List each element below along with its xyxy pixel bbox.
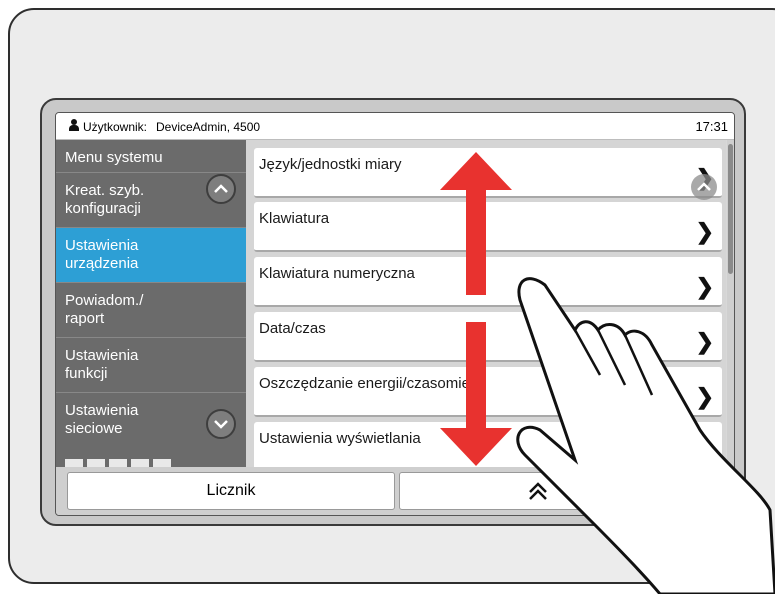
sidebar-item-label: Ustawienia urządzenia [65,237,139,272]
sidebar-item-label: Powiadom./ raport [65,292,144,327]
list-item-date-time[interactable]: Data/czas ❯ [254,312,722,362]
counter-label: Licznik [206,482,256,499]
list-item-energy-saver-timer[interactable]: Oszczędzanie energii/czasomierz ❯ [254,367,722,417]
scrollbar-thumb[interactable] [728,144,733,274]
list-item-label: Ustawienia wyświetlania [259,430,421,447]
scroll-up-button[interactable] [206,174,236,204]
user-name: DeviceAdmin, 4500 [156,120,261,134]
scrollbar[interactable] [727,140,734,467]
chevron-up-icon [214,184,228,193]
list-item-keyboard[interactable]: Klawiatura ❯ [254,202,722,252]
home-button[interactable] [399,472,727,510]
settings-list: Język/jednostki miary ❯ Klawiatura ❯ Kla… [246,140,726,467]
scroll-up-button[interactable] [689,172,719,202]
sidebar-item-label: Ustawienia funkcji [65,347,139,382]
sidebar-item-label: Ustawienia sieciowe [65,402,139,437]
list-item-numeric-keypad[interactable]: Klawiatura numeryczna ❯ [254,257,722,307]
chevron-down-icon [214,420,228,429]
clock: 17:31 [695,119,728,134]
chevron-right-icon: ❯ [695,329,714,354]
list-item-label: Klawiatura numeryczna [259,265,415,282]
scroll-down-button[interactable] [206,409,236,439]
sidebar-item-partial [65,459,175,467]
list-item-language-units[interactable]: Język/jednostki miary ❯ [254,148,722,198]
user-icon [69,119,79,131]
sidebar-item-label: Kreat. szyb. konfiguracji [65,182,145,217]
sidebar: Menu systemu Kreat. szyb. konfiguracji U… [56,140,246,467]
list-item-label: Data/czas [259,320,326,337]
list-item-label: Klawiatura [259,210,330,227]
chevron-right-icon: ❯ [695,274,714,299]
double-chevron-up-icon [529,482,547,500]
bottom-bar: Licznik [56,467,734,515]
chevron-right-icon: ❯ [695,219,714,244]
user-label: Użytkownik: [83,120,148,134]
list-item-label: Język/jednostki miary [259,156,402,173]
counter-button[interactable]: Licznik [67,472,395,510]
sidebar-title: Menu systemu [65,149,163,166]
list-item-display-settings[interactable]: Ustawienia wyświetlania ❯ [254,422,722,467]
sidebar-item-notification-report[interactable]: Powiadom./ raport [56,282,246,337]
chevron-right-icon: ❯ [695,439,714,464]
sidebar-item-function-settings[interactable]: Ustawienia funkcji [56,337,246,392]
sidebar-item-device-settings[interactable]: Ustawienia urządzenia [56,227,246,282]
chevron-right-icon: ❯ [695,384,714,409]
touch-screen: Użytkownik: DeviceAdmin, 4500 17:31 Menu… [55,112,735,516]
status-bar: Użytkownik: DeviceAdmin, 4500 17:31 [56,113,734,140]
list-item-label: Oszczędzanie energii/czasomierz [259,375,483,392]
